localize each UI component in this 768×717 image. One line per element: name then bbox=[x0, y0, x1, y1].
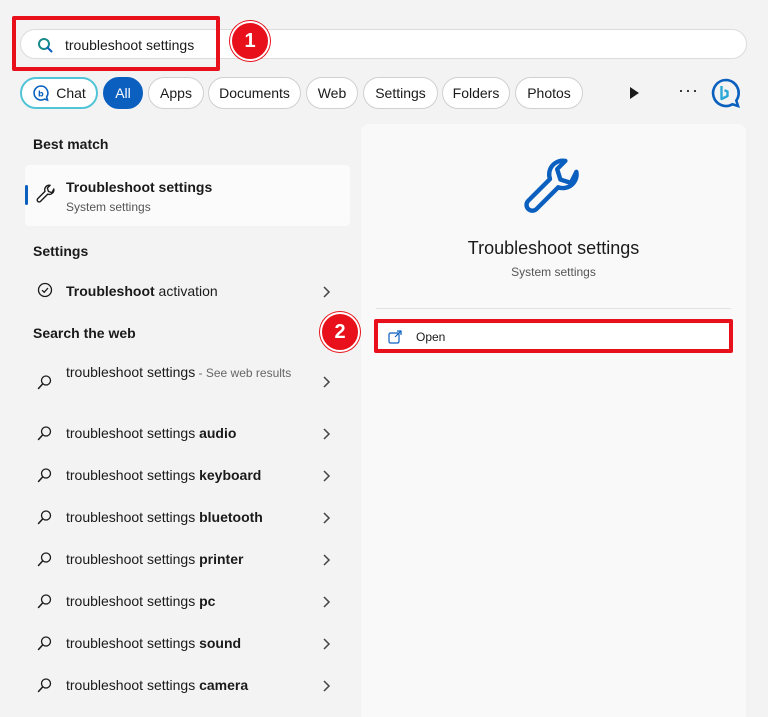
result-text: troubleshoot settings bbox=[66, 509, 200, 525]
search-web-heading: Search the web bbox=[33, 325, 136, 341]
result-text: troubleshoot settings bbox=[66, 593, 200, 609]
filter-chip-folders[interactable]: Folders bbox=[442, 77, 510, 109]
see-web-results-text: - See web results bbox=[195, 366, 292, 380]
filter-chip-documents[interactable]: Documents bbox=[208, 77, 301, 109]
callout-badge-2: 2 bbox=[320, 312, 360, 352]
chevron-right-icon bbox=[323, 428, 331, 440]
selection-indicator bbox=[25, 185, 28, 205]
result-bold-text: sound bbox=[199, 635, 242, 651]
best-match-title: Troubleshoot settings bbox=[66, 179, 213, 195]
preview-divider bbox=[376, 308, 731, 309]
chevron-right-icon bbox=[323, 680, 331, 692]
callout-box-search bbox=[12, 16, 220, 71]
web-suggestion-item[interactable]: troubleshoot settings bluetooth bbox=[25, 504, 350, 532]
web-suggestion-item[interactable]: troubleshoot settings audio bbox=[25, 420, 350, 448]
bing-chat-icon: b bbox=[33, 85, 49, 102]
chevron-right-icon bbox=[323, 596, 331, 608]
result-bold-text: camera bbox=[199, 677, 249, 693]
callout-badge-1: 1 bbox=[230, 21, 270, 61]
check-circle-icon bbox=[37, 282, 53, 298]
result-bold-text: pc bbox=[199, 593, 216, 609]
result-text: troubleshoot settings bbox=[66, 425, 200, 441]
search-icon bbox=[37, 678, 52, 693]
result-text: activation bbox=[154, 283, 218, 299]
web-result-see-web-results[interactable]: troubleshoot settings - See web results bbox=[25, 362, 350, 404]
web-suggestion-item[interactable]: troubleshoot settings printer bbox=[25, 546, 350, 574]
filter-chip-all[interactable]: All bbox=[103, 77, 143, 109]
result-text: troubleshoot settings bbox=[66, 635, 200, 651]
more-options-button[interactable]: ··· bbox=[678, 80, 699, 101]
result-bold-text: bluetooth bbox=[199, 509, 263, 525]
svg-text:b: b bbox=[38, 90, 44, 99]
best-match-result[interactable]: Troubleshoot settings System settings bbox=[25, 165, 350, 226]
chevron-right-icon bbox=[323, 470, 331, 482]
result-bold-text: printer bbox=[199, 551, 244, 567]
settings-result-troubleshoot-activation[interactable]: Troubleshoot activation bbox=[25, 278, 350, 306]
search-icon bbox=[37, 375, 52, 390]
search-icon bbox=[37, 636, 52, 651]
chevron-right-icon bbox=[323, 638, 331, 650]
filter-chip-photos[interactable]: Photos bbox=[515, 77, 583, 109]
web-suggestion-item[interactable]: troubleshoot settings keyboard bbox=[25, 462, 350, 490]
filter-chip-web[interactable]: Web bbox=[306, 77, 358, 109]
search-icon bbox=[37, 468, 52, 483]
filter-chip-settings[interactable]: Settings bbox=[363, 77, 438, 109]
search-icon bbox=[37, 510, 52, 525]
filter-chip-chat[interactable]: b Chat bbox=[20, 77, 98, 109]
result-bold-text: audio bbox=[199, 425, 237, 441]
result-text: troubleshoot settings bbox=[66, 551, 200, 567]
callout-box-open bbox=[374, 319, 733, 353]
best-match-subtitle: System settings bbox=[66, 200, 151, 214]
chevron-right-icon bbox=[323, 512, 331, 524]
bing-logo-icon[interactable] bbox=[710, 77, 742, 109]
result-bold-text: keyboard bbox=[199, 467, 262, 483]
result-text: troubleshoot settings bbox=[66, 677, 200, 693]
result-bold-text: Troubleshoot bbox=[66, 283, 155, 299]
web-suggestion-item[interactable]: troubleshoot settings pc bbox=[25, 588, 350, 616]
chevron-right-icon bbox=[323, 554, 331, 566]
best-match-heading: Best match bbox=[33, 136, 109, 152]
settings-heading: Settings bbox=[33, 243, 89, 259]
search-icon bbox=[37, 552, 52, 567]
wrench-icon bbox=[524, 158, 579, 213]
chevron-right-icon bbox=[323, 286, 331, 298]
wrench-icon bbox=[36, 184, 55, 203]
result-text: troubleshoot settings bbox=[66, 467, 200, 483]
result-text: troubleshoot settings bbox=[66, 364, 196, 380]
filter-chip-apps[interactable]: Apps bbox=[148, 77, 204, 109]
filter-chip-label: Chat bbox=[56, 85, 86, 101]
search-icon bbox=[37, 426, 52, 441]
preview-title: Troubleshoot settings bbox=[467, 238, 640, 258]
play-icon[interactable] bbox=[628, 86, 640, 100]
web-suggestion-item[interactable]: troubleshoot settings camera bbox=[25, 672, 350, 700]
search-icon bbox=[37, 594, 52, 609]
web-suggestion-item[interactable]: troubleshoot settings sound bbox=[25, 630, 350, 658]
preview-subtitle: System settings bbox=[511, 265, 596, 279]
chevron-right-icon bbox=[323, 376, 331, 388]
